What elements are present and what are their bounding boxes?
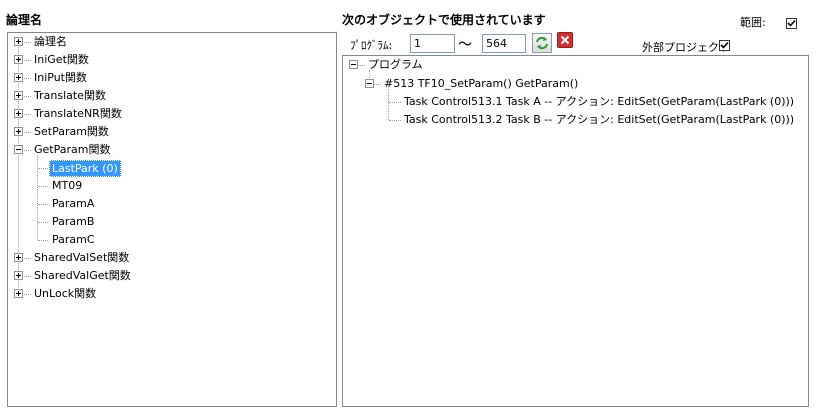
range-checkbox[interactable] [786,18,797,29]
expand-icon[interactable] [14,109,23,118]
range-label: 範囲: [740,16,766,29]
tree-item-label: 論理名 [34,35,67,48]
expand-icon[interactable] [14,73,23,82]
tree-item-label: IniPut関数 [34,71,87,84]
close-icon [560,35,570,45]
tree-item-label: TranslateNR関数 [34,107,122,120]
expand-icon[interactable] [14,55,23,64]
collapse-icon[interactable] [14,145,23,154]
tree-item-label: プログラム [368,58,423,71]
clear-button[interactable] [557,32,573,48]
check-icon [720,41,729,49]
program-to-input[interactable]: 564 [482,34,526,53]
left-panel-title: 論理名 [6,13,43,27]
tree-connector [388,89,389,120]
collapse-icon[interactable] [365,79,374,88]
expand-icon[interactable] [14,91,23,100]
tree-item-label: SharedValGet関数 [34,269,131,282]
logical-name-tree-panel[interactable]: 論理名 IniGet関数 IniPut関数 Translate関数 Transl… [7,32,337,407]
tree-item-label: Task Control513.1 Task A -- アクション: EditS… [404,95,795,108]
right-panel-title: 次のオブジェクトで使用されています [342,13,546,27]
tree-child-label: ParamC [52,233,95,246]
tree-item-label: Task Control513.2 Task B -- アクション: EditS… [404,113,795,126]
tree-item-label: Translate関数 [34,89,106,102]
expand-icon[interactable] [14,37,23,46]
collapse-icon[interactable] [349,60,358,69]
tree-item-label: #513 TF10_SetParam() GetParam() [384,77,579,90]
external-project-label: 外部プロジェクト [642,41,730,54]
tree-child-label: ParamA [52,197,95,210]
expand-icon[interactable] [14,289,23,298]
usage-tree-panel[interactable]: プログラム #513 TF10_SetParam() GetParam() Ta… [342,55,809,407]
tree-child-label-selected: LastPark (0) [49,160,121,177]
refresh-icon [536,36,548,50]
tree-child-label: ParamB [52,215,95,228]
tree-item-label: GetParam関数 [34,143,111,156]
expand-icon[interactable] [14,127,23,136]
check-icon [787,19,796,27]
tilde-separator: 〜 [458,37,472,53]
program-label: ﾌﾟﾛｸﾞﾗﾑ: [350,39,393,52]
expand-icon[interactable] [14,271,23,280]
tree-item-label: UnLock関数 [34,287,97,300]
tree-item-label: IniGet関数 [34,53,89,66]
external-project-checkbox[interactable] [719,40,730,51]
program-from-input[interactable]: 1 [410,34,455,53]
tree-item-label: SetParam関数 [34,125,109,138]
tree-item-label: SharedValSet関数 [34,251,130,264]
refresh-button[interactable] [532,33,552,53]
tree-child-label: MT09 [52,179,83,192]
expand-icon[interactable] [14,253,23,262]
